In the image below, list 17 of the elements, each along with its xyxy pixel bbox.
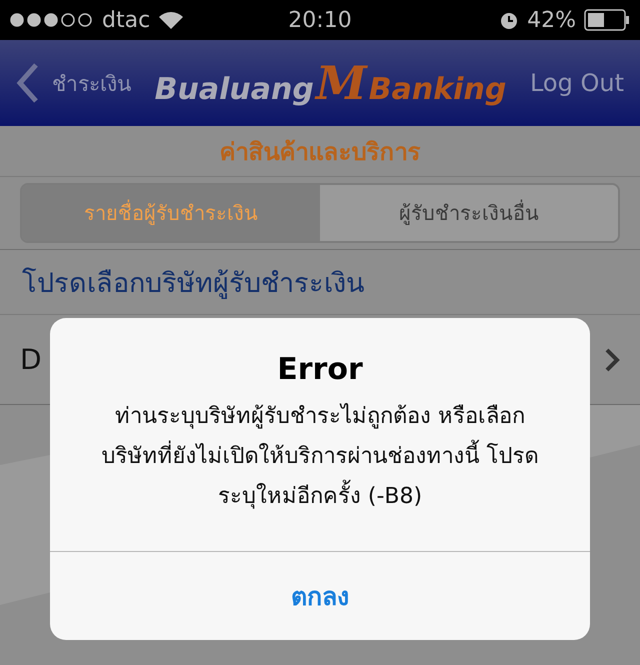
ok-button[interactable]: ตกลง bbox=[50, 552, 590, 640]
back-button[interactable]: ชำระเงิน bbox=[52, 66, 131, 100]
alarm-clock-icon bbox=[499, 10, 520, 30]
battery-percentage: 42% bbox=[527, 8, 576, 32]
bank-logo: BualuangMBanking bbox=[154, 56, 506, 110]
alert-message: ท่านระบุบริษัทผู้รับชำระไม่ถูกต้อง หรือเลือกบริษัทที่ยังไม่เปิดให้บริการผ่านช่องทางนี้ โปรดระบุใหม่อีกครั้ง (-B8) bbox=[100, 402, 540, 511]
alert-title: Error bbox=[277, 352, 363, 387]
carrier-name: dtac bbox=[102, 8, 150, 32]
page-title: ค่าสินค้าและบริการ bbox=[0, 126, 640, 177]
signal-icon bbox=[10, 13, 94, 27]
back-chevron-icon[interactable] bbox=[16, 63, 40, 103]
chevron-right-icon bbox=[604, 346, 620, 372]
log-out-button[interactable]: Log Out bbox=[530, 69, 624, 97]
wifi-icon bbox=[158, 10, 184, 30]
clock-time: 20:10 bbox=[288, 8, 352, 32]
segment-tab[interactable]: ผู้รับชำระเงินอื่น bbox=[320, 185, 618, 241]
battery-icon bbox=[584, 9, 630, 31]
